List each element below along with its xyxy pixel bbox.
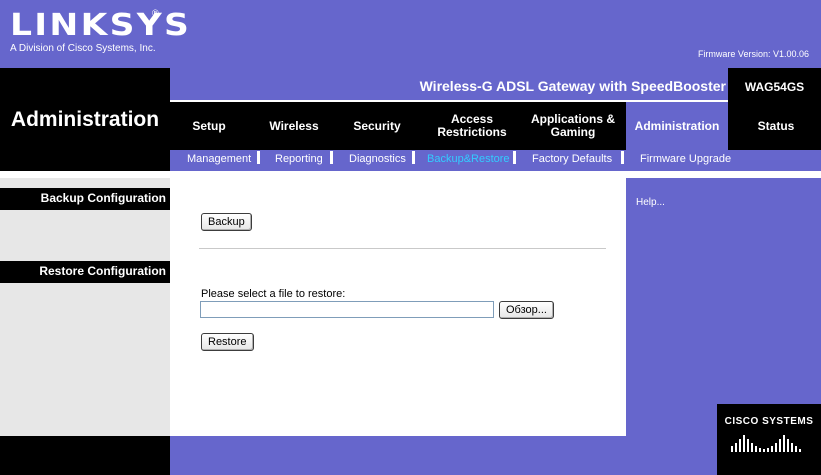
firmware-version: Firmware Version: V1.00.06 <box>697 49 809 59</box>
tab-setup[interactable]: Setup <box>176 102 242 150</box>
file-select-label: Please select a file to restore: <box>201 288 346 300</box>
subtab-management[interactable]: Management <box>187 153 251 165</box>
subtab-backup-restore[interactable]: Backup&Restore <box>427 153 510 165</box>
subtab-separator <box>412 151 415 164</box>
subtab-factory-defaults[interactable]: Factory Defaults <box>532 153 612 165</box>
restore-configuration-heading: Restore Configuration <box>0 261 170 283</box>
restore-file-input[interactable] <box>200 301 494 318</box>
subtab-diagnostics[interactable]: Diagnostics <box>349 153 406 165</box>
backup-button[interactable]: Backup <box>201 213 252 231</box>
spacer <box>626 171 821 178</box>
linksys-logo: LINKSYS <box>10 8 192 43</box>
restore-button[interactable]: Restore <box>201 333 254 351</box>
tab-wireless[interactable]: Wireless <box>256 102 332 150</box>
backup-configuration-heading: Backup Configuration <box>0 188 170 210</box>
tab-access-restrictions[interactable]: Access Restrictions <box>421 102 523 150</box>
product-name: Wireless-G ADSL Gateway with SpeedBooste… <box>419 78 726 94</box>
spacer <box>0 171 170 178</box>
subtab-firmware-upgrade[interactable]: Firmware Upgrade <box>640 153 731 165</box>
tab-status[interactable]: Status <box>736 102 816 150</box>
help-link[interactable]: Help... <box>636 197 665 208</box>
subtab-separator <box>513 151 516 164</box>
tab-administration[interactable]: Administration <box>626 102 728 150</box>
logo-subtitle: A Division of Cisco Systems, Inc. <box>10 43 156 54</box>
browse-button[interactable]: Обзор... <box>499 301 554 319</box>
subtab-reporting[interactable]: Reporting <box>275 153 323 165</box>
footer-left <box>0 436 170 475</box>
side-panel <box>0 178 170 436</box>
subtab-separator <box>257 151 260 164</box>
registered-mark: ® <box>152 8 159 18</box>
cisco-bridge-icon <box>731 435 801 452</box>
cisco-systems-logo-text: CISCO SYSTEMS <box>724 416 814 427</box>
section-divider <box>199 248 606 249</box>
subtab-separator <box>330 151 333 164</box>
model-number: WAG54GS <box>728 68 821 102</box>
tab-applications-gaming[interactable]: Applications & Gaming <box>521 102 625 150</box>
page-title: Administration <box>10 108 160 131</box>
subtab-separator <box>621 151 624 164</box>
tab-security[interactable]: Security <box>343 102 411 150</box>
footer-bar <box>170 436 626 475</box>
